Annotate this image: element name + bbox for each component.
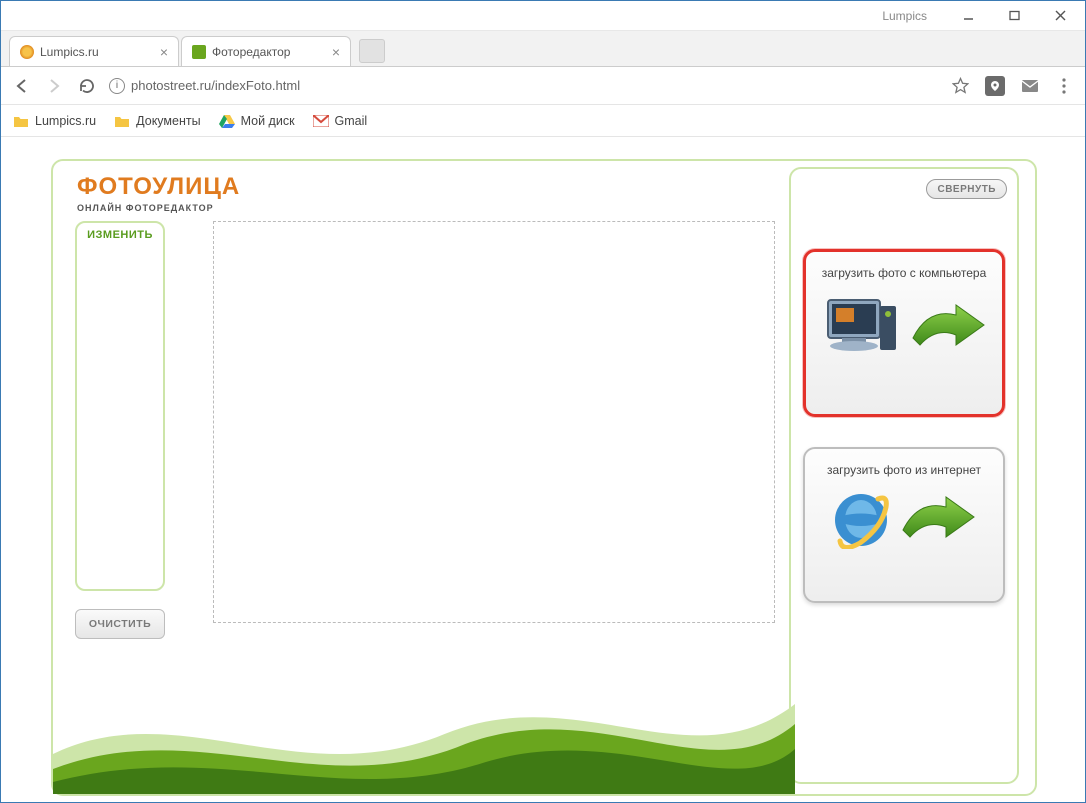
upload-net-icons — [813, 491, 995, 549]
window-titlebar: Lumpics — [1, 1, 1085, 31]
url-field[interactable]: i photostreet.ru/indexFoto.html — [109, 78, 937, 94]
nav-back-button[interactable] — [13, 77, 31, 95]
mail-extension-button[interactable] — [1021, 77, 1039, 95]
app-frame: ФОТОУЛИЦА ОНЛАЙН ФОТОРЕДАКТОР ИЗМЕНИТЬ О… — [51, 159, 1037, 796]
upload-net-label: загрузить фото из интернет — [813, 463, 995, 477]
logo-subtitle: ОНЛАЙН ФОТОРЕДАКТОР — [77, 203, 240, 213]
upload-from-internet-card[interactable]: загрузить фото из интернет — [803, 447, 1005, 603]
bookmark-documents[interactable]: Документы — [114, 113, 200, 129]
reload-icon — [78, 77, 95, 94]
arrow-right-green-icon — [908, 303, 986, 353]
bookmark-gmail[interactable]: Gmail — [313, 113, 368, 129]
photo-canvas[interactable] — [213, 221, 775, 623]
arrow-right-icon — [46, 78, 62, 94]
extension-button[interactable] — [985, 76, 1005, 96]
internet-explorer-icon — [832, 491, 890, 549]
clear-button[interactable]: ОЧИСТИТЬ — [75, 609, 165, 639]
tab-lumpics[interactable]: Lumpics.ru × — [9, 36, 179, 66]
star-icon — [952, 77, 969, 94]
minimize-icon — [963, 10, 974, 21]
close-icon — [1055, 10, 1066, 21]
collapse-button[interactable]: СВЕРНУТЬ — [926, 179, 1007, 199]
tab-label: Фоторедактор — [212, 45, 290, 59]
address-right-icons — [951, 76, 1073, 96]
browser-menu-button[interactable] — [1055, 77, 1073, 95]
page-content: ФОТОУЛИЦА ОНЛАЙН ФОТОРЕДАКТОР ИЗМЕНИТЬ О… — [1, 137, 1085, 802]
new-tab-button[interactable] — [359, 39, 385, 63]
bookmark-label: Lumpics.ru — [35, 114, 96, 128]
reload-button[interactable] — [77, 77, 95, 95]
computer-icon — [822, 294, 900, 362]
browser-window: Lumpics Lumpics.ru × Фоторедактор × — [0, 0, 1086, 803]
nav-forward-button[interactable] — [45, 77, 63, 95]
bookmark-label: Документы — [136, 114, 200, 128]
mail-icon — [1021, 79, 1039, 93]
bookmarks-bar: Lumpics.ru Документы Мой диск Gmail — [1, 105, 1085, 137]
bookmark-star-button[interactable] — [951, 77, 969, 95]
upload-from-computer-card[interactable]: загрузить фото с компьютера — [803, 249, 1005, 417]
maximize-icon — [1009, 10, 1020, 21]
url-text: photostreet.ru/indexFoto.html — [131, 78, 300, 93]
favicon-icon — [192, 45, 206, 59]
edit-label: ИЗМЕНИТЬ — [77, 229, 163, 241]
upload-pc-icons — [814, 294, 994, 362]
drive-icon — [219, 113, 235, 129]
collapse-label: СВЕРНУТЬ — [937, 184, 996, 195]
site-info-icon[interactable]: i — [109, 78, 125, 94]
decorative-wave — [53, 644, 795, 794]
location-icon — [989, 80, 1001, 92]
folder-icon — [114, 113, 130, 129]
clear-button-label: ОЧИСТИТЬ — [89, 618, 151, 630]
favicon-icon — [20, 45, 34, 59]
left-tools-panel: ИЗМЕНИТЬ — [75, 221, 165, 591]
tab-photoeditor[interactable]: Фоторедактор × — [181, 36, 351, 66]
tab-close-button[interactable]: × — [160, 44, 168, 60]
window-maximize-button[interactable] — [991, 2, 1037, 30]
window-title: Lumpics — [882, 9, 927, 23]
bookmark-lumpics[interactable]: Lumpics.ru — [13, 113, 96, 129]
right-upload-panel: СВЕРНУТЬ загрузить фото с компьютера — [789, 167, 1019, 784]
upload-pc-label: загрузить фото с компьютера — [814, 266, 994, 280]
tab-strip: Lumpics.ru × Фоторедактор × — [1, 31, 1085, 67]
bookmark-drive[interactable]: Мой диск — [219, 113, 295, 129]
arrow-left-icon — [14, 78, 30, 94]
menu-dots-icon — [1062, 78, 1066, 94]
bookmark-label: Gmail — [335, 114, 368, 128]
logo-main: ФОТОУЛИЦА — [77, 173, 240, 201]
window-minimize-button[interactable] — [945, 2, 991, 30]
tab-close-button[interactable]: × — [332, 44, 340, 60]
address-bar: i photostreet.ru/indexFoto.html — [1, 67, 1085, 105]
gmail-icon — [313, 113, 329, 129]
bookmark-label: Мой диск — [241, 114, 295, 128]
app-logo: ФОТОУЛИЦА ОНЛАЙН ФОТОРЕДАКТОР — [77, 173, 240, 213]
window-close-button[interactable] — [1037, 2, 1083, 30]
folder-icon — [13, 113, 29, 129]
arrow-right-green-icon — [898, 495, 976, 545]
tab-label: Lumpics.ru — [40, 45, 99, 59]
